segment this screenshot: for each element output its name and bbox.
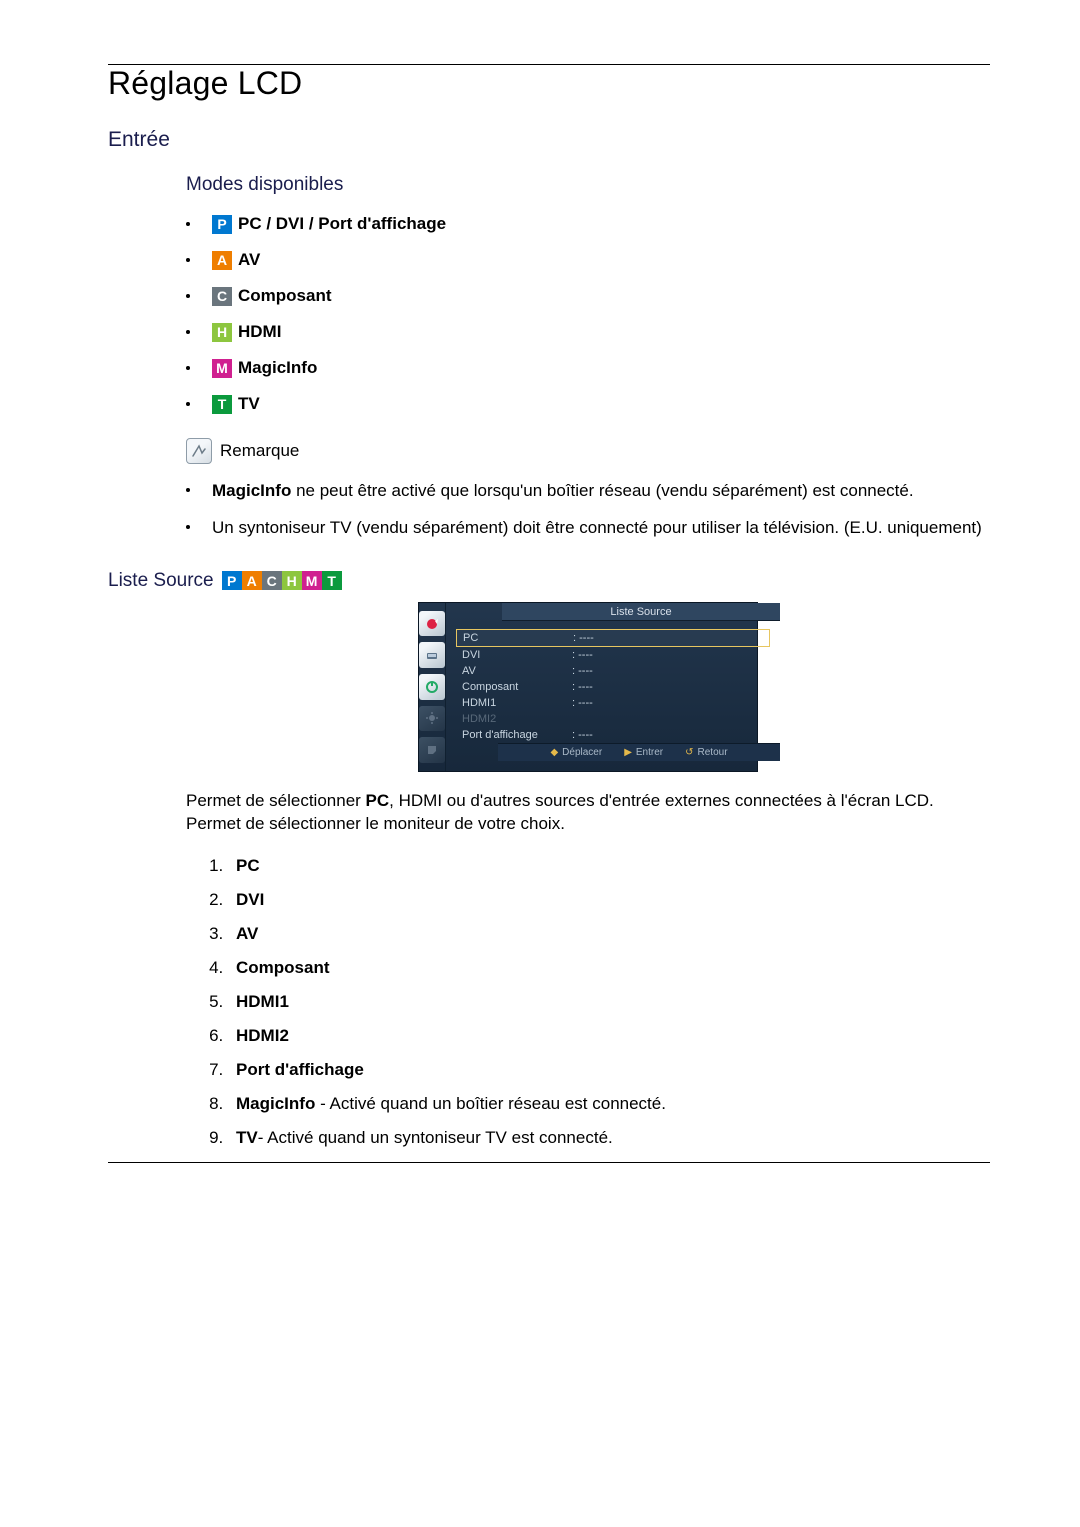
badge-m-icon: M <box>302 571 322 590</box>
badge-t-icon: T <box>322 571 342 590</box>
badge-a-icon: A <box>242 571 262 590</box>
note-text: Un syntoniseur TV (vendu séparément) doi… <box>212 517 982 540</box>
osd-side-icon <box>419 706 445 732</box>
note-icon <box>186 438 212 464</box>
osd-footer: ◆Déplacer ▶Entrer ↺Retour <box>498 743 780 761</box>
page-title: Réglage LCD <box>108 65 990 102</box>
note-heading: Remarque <box>186 438 990 464</box>
bottom-rule <box>108 1162 990 1163</box>
osd-row: PC---- <box>456 629 770 647</box>
bullet-icon <box>186 366 190 370</box>
liste-source-label: Liste Source <box>108 570 214 592</box>
note-item: Un syntoniseur TV (vendu séparément) doi… <box>186 517 990 540</box>
mode-item: P PC / DVI / Port d'affichage <box>186 214 990 234</box>
list-item: AV <box>228 924 990 944</box>
liste-source-heading: Liste Source P A C H M T <box>108 570 990 592</box>
badge-h-icon: H <box>282 571 302 590</box>
osd-row: AV---- <box>456 663 770 679</box>
section-input-heading: Entrée <box>108 128 990 152</box>
osd-side-icon <box>419 737 445 763</box>
mode-label: MagicInfo <box>238 358 317 378</box>
badge-t-icon: T <box>212 395 232 414</box>
bullet-icon <box>186 488 190 492</box>
mode-label: HDMI <box>238 322 281 342</box>
osd-row: Port d'affichage---- <box>456 727 770 743</box>
list-item: HDMI2 <box>228 1026 990 1046</box>
modes-heading: Modes disponibles <box>186 174 990 196</box>
modes-list: P PC / DVI / Port d'affichage A AV C Com… <box>186 214 990 414</box>
osd-row: HDMI2 <box>456 711 770 727</box>
badge-h-icon: H <box>212 323 232 342</box>
list-item: TV- Activé quand un syntoniseur TV est c… <box>228 1128 990 1148</box>
osd-row: HDMI1---- <box>456 695 770 711</box>
mode-label: AV <box>238 250 260 270</box>
note-label: Remarque <box>220 441 299 461</box>
osd-row: DVI---- <box>456 647 770 663</box>
note-item: MagicInfo ne peut être activé que lorsqu… <box>186 480 990 503</box>
mode-item: H HDMI <box>186 322 990 342</box>
osd-side-icon <box>419 611 445 637</box>
mode-item: A AV <box>186 250 990 270</box>
badge-p-icon: P <box>212 215 232 234</box>
badge-c-icon: C <box>262 571 282 590</box>
bullet-icon <box>186 525 190 529</box>
badge-a-icon: A <box>212 251 232 270</box>
bullet-icon <box>186 402 190 406</box>
mode-label: PC / DVI / Port d'affichage <box>238 214 446 234</box>
mode-item: C Composant <box>186 286 990 306</box>
liste-source-description: Permet de sélectionner PC, HDMI ou d'aut… <box>186 790 990 836</box>
osd-row: Composant---- <box>456 679 770 695</box>
bullet-icon <box>186 294 190 298</box>
bullet-icon <box>186 330 190 334</box>
osd-side-icon <box>419 642 445 668</box>
note-strong: MagicInfo <box>212 481 291 500</box>
bullet-icon <box>186 258 190 262</box>
list-item: HDMI1 <box>228 992 990 1012</box>
mode-label: TV <box>238 394 260 414</box>
badge-p-icon: P <box>222 571 242 590</box>
list-item: Port d'affichage <box>228 1060 990 1080</box>
source-enum-list: PC DVI AV Composant HDMI1 HDMI2 Port d'a… <box>186 856 990 1148</box>
list-item: DVI <box>228 890 990 910</box>
list-item: Composant <box>228 958 990 978</box>
mode-item: T TV <box>186 394 990 414</box>
mode-label: Composant <box>238 286 332 306</box>
list-item: PC <box>228 856 990 876</box>
osd-side-icon <box>419 674 445 700</box>
osd-sidebar <box>419 603 446 771</box>
mode-item: M MagicInfo <box>186 358 990 378</box>
osd-screenshot: Liste Source PC---- DVI---- AV---- Compo… <box>418 602 758 772</box>
badge-c-icon: C <box>212 287 232 306</box>
note-text: ne peut être activé que lorsqu'un boîtie… <box>291 481 913 500</box>
list-item: MagicInfo - Activé quand un boîtier rése… <box>228 1094 990 1114</box>
bullet-icon <box>186 222 190 226</box>
badge-m-icon: M <box>212 359 232 378</box>
note-list: MagicInfo ne peut être activé que lorsqu… <box>186 480 990 540</box>
badge-strip: P A C H M T <box>222 571 342 590</box>
osd-title: Liste Source <box>502 603 780 621</box>
